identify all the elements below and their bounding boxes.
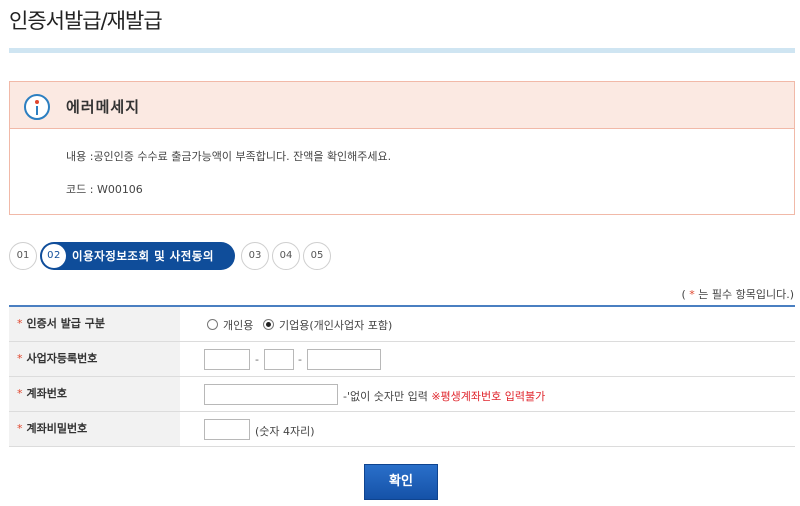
- required-note: ( * 는 필수 항목입니다.): [681, 286, 794, 302]
- biz-number-part3-input[interactable]: [307, 349, 381, 370]
- account-label: * 계좌번호: [9, 377, 180, 411]
- radio-corporate-label[interactable]: 기업용(개인사업자 포함): [279, 317, 392, 333]
- account-warning: ※평생계좌번호 입력불가: [431, 390, 546, 403]
- password-hint: (숫자 4자리): [255, 425, 315, 438]
- radio-personal-label[interactable]: 개인용: [223, 317, 253, 333]
- cert-type-label: * 인증서 발급 구분: [9, 307, 180, 341]
- row-cert-type: * 인증서 발급 구분 개인용 기업용(개인사업자 포함): [9, 307, 795, 342]
- required-note-text: 는 필수 항목입니다.): [694, 288, 794, 301]
- page-title: 인증서발급/재발급: [9, 9, 163, 33]
- biz-number-part1-input[interactable]: [204, 349, 250, 370]
- error-code: 코드 : W00106: [66, 183, 143, 196]
- radio-corporate[interactable]: [263, 319, 274, 330]
- biz-number-sep-2: -: [298, 353, 302, 366]
- title-divider: [9, 48, 795, 53]
- biz-number-label: * 사업자등록번호: [9, 342, 180, 376]
- account-hint: -'없이 숫자만 입력 ※평생계좌번호 입력불가: [343, 390, 546, 403]
- step-05: 05: [303, 242, 331, 270]
- error-message-box: 에러메세지 내용 :공인인증 수수료 출금가능액이 부족합니다. 잔액을 확인해…: [9, 81, 795, 215]
- radio-personal[interactable]: [207, 319, 218, 330]
- account-number-input[interactable]: [204, 384, 338, 405]
- form-table: * 인증서 발급 구분 개인용 기업용(개인사업자 포함) * 사업자등록번호 - …: [9, 305, 795, 447]
- row-password: * 계좌비밀번호 (숫자 4자리): [9, 412, 795, 447]
- error-title: 에러메세지: [66, 98, 141, 116]
- step-01: 01: [9, 242, 37, 270]
- password-label: * 계좌비밀번호: [9, 412, 180, 446]
- error-content: 내용 :공인인증 수수료 출금가능액이 부족합니다. 잔액을 확인해주세요.: [66, 150, 392, 163]
- biz-number-part2-input[interactable]: [264, 349, 294, 370]
- biz-number-sep-1: -: [255, 353, 259, 366]
- step-02-number: 02: [42, 244, 66, 268]
- row-biz-number: * 사업자등록번호 - -: [9, 342, 795, 377]
- error-header: 에러메세지: [10, 82, 794, 129]
- info-icon: [24, 94, 50, 120]
- confirm-button[interactable]: 확인: [364, 464, 438, 500]
- step-03: 03: [241, 242, 269, 270]
- step-02-active: 02 이용자정보조회 및 사전동의: [40, 242, 235, 270]
- step-04: 04: [272, 242, 300, 270]
- row-account: * 계좌번호 -'없이 숫자만 입력 ※평생계좌번호 입력불가: [9, 377, 795, 412]
- step-02-label: 이용자정보조회 및 사전동의: [72, 249, 214, 263]
- account-password-input[interactable]: [204, 419, 250, 440]
